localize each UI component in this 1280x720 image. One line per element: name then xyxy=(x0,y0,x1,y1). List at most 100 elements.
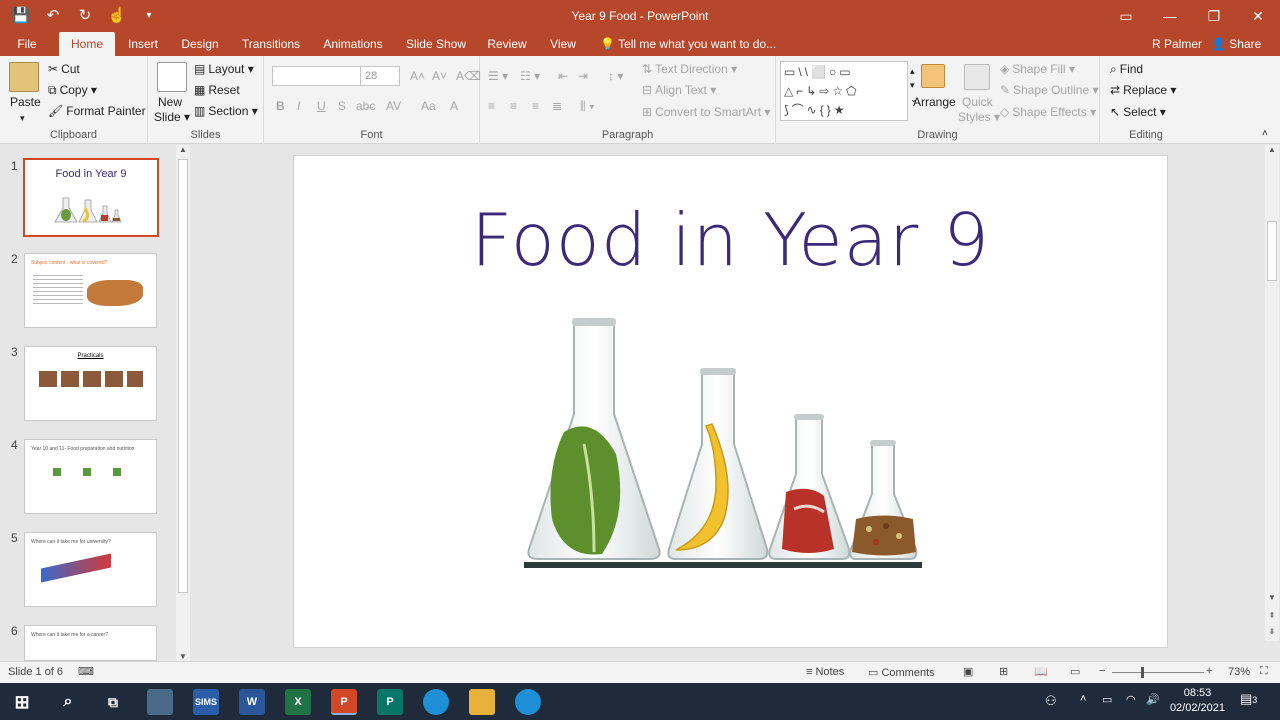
tab-slide-show[interactable]: Slide Show xyxy=(404,32,468,56)
scroll-up-icon[interactable]: ▲ xyxy=(176,145,190,154)
publisher-icon[interactable]: P xyxy=(377,689,403,715)
current-slide[interactable]: Food in Year 9 xyxy=(293,155,1168,648)
notes-button[interactable]: ≡ Notes xyxy=(806,666,844,678)
quick-styles-icon[interactable] xyxy=(964,64,990,90)
tab-insert[interactable]: Insert xyxy=(124,32,162,56)
bullets-icon[interactable]: ☰ ▾ xyxy=(488,68,508,84)
format-painter-button[interactable]: 🖌 Format Painter xyxy=(48,103,146,119)
zoom-slider[interactable] xyxy=(1112,672,1204,673)
slide-thumbnail-5[interactable]: Where can it take me for university? xyxy=(24,532,157,607)
battery-icon[interactable]: ▭ xyxy=(1102,693,1112,706)
search-icon[interactable]: ⌕ xyxy=(55,689,81,715)
zoom-in-icon[interactable]: + xyxy=(1206,665,1212,677)
reading-view-icon[interactable]: 📖 xyxy=(1034,665,1048,678)
ribbon-options-icon[interactable]: ▭ xyxy=(1104,0,1148,32)
arrange-icon[interactable] xyxy=(921,64,945,88)
fit-slide-icon[interactable]: ⛶ xyxy=(1260,665,1268,678)
share-button[interactable]: 👤 Share xyxy=(1211,32,1261,56)
flasks-image[interactable] xyxy=(524,314,924,574)
sims-app-icon[interactable]: SIMS xyxy=(193,689,219,715)
section-button[interactable]: ▥ Section ▾ xyxy=(194,103,258,119)
new-slide-icon[interactable] xyxy=(157,62,187,92)
slide-thumbnail-3[interactable]: Practicals xyxy=(24,346,157,421)
volume-icon[interactable]: 🔊 xyxy=(1146,693,1160,706)
editor-scroll-thumb[interactable] xyxy=(1267,221,1277,281)
numbering-icon[interactable]: ☷ ▾ xyxy=(520,68,540,84)
paste-dropdown-icon[interactable]: ▾ xyxy=(20,110,25,126)
people-icon[interactable]: ⚇ xyxy=(1045,693,1057,709)
next-slide-icon[interactable]: ⇟ xyxy=(1265,627,1279,636)
arrange-button[interactable]: Arrange xyxy=(913,94,956,110)
copy-button[interactable]: ⧉ Copy ▾ xyxy=(48,82,97,98)
strikethrough-icon[interactable]: ab̶c xyxy=(356,98,375,114)
columns-icon[interactable]: ⫼ ▾ xyxy=(580,98,595,114)
tab-review[interactable]: Review xyxy=(486,32,528,56)
normal-view-icon[interactable]: ▣ xyxy=(963,665,973,678)
scroll-thumb[interactable] xyxy=(178,159,188,593)
slide-sorter-icon[interactable]: ⊞ xyxy=(999,665,1008,678)
spellcheck-icon[interactable]: ⌨ xyxy=(78,665,94,678)
slide-thumbnail-1[interactable]: Food in Year 9 xyxy=(23,158,159,237)
text-direction-button[interactable]: ⇅ Text Direction ▾ xyxy=(642,61,737,77)
word-icon[interactable]: W xyxy=(239,689,265,715)
scroll-down-icon[interactable]: ▼ xyxy=(176,652,190,661)
increase-indent-icon[interactable]: ⇥ xyxy=(578,68,588,84)
task-view-icon[interactable]: ⧉ xyxy=(100,689,126,715)
decrease-indent-icon[interactable]: ⇤ xyxy=(558,68,568,84)
tab-design[interactable]: Design xyxy=(178,32,222,56)
reset-button[interactable]: ▦ Reset xyxy=(194,82,240,98)
edge-icon-2[interactable] xyxy=(515,689,541,715)
thumbnail-scrollbar[interactable]: ▲ ▼ xyxy=(176,145,190,661)
close-icon[interactable]: ✕ xyxy=(1236,0,1280,32)
new-slide-label-2[interactable]: Slide ▾ xyxy=(154,109,190,125)
excel-icon[interactable]: X xyxy=(285,689,311,715)
slide-thumbnail-6[interactable]: Where can it take me for a career? xyxy=(24,625,157,661)
paste-button[interactable]: Paste xyxy=(10,94,41,110)
collapse-ribbon-icon[interactable]: ˄ xyxy=(1262,126,1268,142)
justify-icon[interactable]: ≣ xyxy=(552,98,562,114)
bold-icon[interactable]: B xyxy=(276,98,285,114)
italic-icon[interactable]: I xyxy=(297,98,300,114)
previous-slide-icon[interactable]: ⇞ xyxy=(1265,611,1279,620)
select-button[interactable]: ↖ Select ▾ xyxy=(1110,104,1166,120)
char-spacing-icon[interactable]: AV xyxy=(386,98,401,114)
shrink-font-icon[interactable]: A˅ xyxy=(432,68,447,84)
align-text-button[interactable]: ⊟ Align Text ▾ xyxy=(642,82,716,98)
powerpoint-icon[interactable]: P xyxy=(331,689,357,715)
zoom-slider-thumb[interactable] xyxy=(1141,667,1144,678)
wifi-icon[interactable]: ◠ xyxy=(1126,693,1136,706)
new-slide-label-1[interactable]: New xyxy=(158,94,182,110)
font-name-box[interactable] xyxy=(272,66,362,86)
file-explorer-icon[interactable] xyxy=(469,689,495,715)
align-left-icon[interactable]: ≡ xyxy=(488,98,495,114)
replace-button[interactable]: ⇄ Replace ▾ xyxy=(1110,82,1176,98)
font-size-box[interactable]: 28 xyxy=(360,66,400,86)
minimize-icon[interactable]: — xyxy=(1148,0,1192,32)
editor-scrollbar[interactable]: ▲ ▼ ⇞ ⇟ xyxy=(1265,145,1279,641)
user-name[interactable]: R Palmer xyxy=(1152,32,1202,56)
shadow-icon[interactable]: S xyxy=(338,98,346,114)
shape-effects-button[interactable]: ◇ Shape Effects ▾ xyxy=(1000,104,1096,120)
slide-title[interactable]: Food in Year 9 xyxy=(294,198,1167,282)
slide-thumbnail-4[interactable]: Year 10 and 11- Food preparation and nut… xyxy=(24,439,157,514)
slide-thumbnail-2[interactable]: Subject content - what is covered? xyxy=(24,253,157,328)
clear-format-icon[interactable]: A⌫ xyxy=(456,68,481,84)
quick-styles-label-1[interactable]: Quick xyxy=(962,94,993,110)
shape-outline-button[interactable]: ✎ Shape Outline ▾ xyxy=(1000,82,1098,98)
tab-file[interactable]: File xyxy=(8,32,46,56)
tab-animations[interactable]: Animations xyxy=(320,32,386,56)
cut-button[interactable]: ✂ Cut xyxy=(48,61,80,77)
grow-font-icon[interactable]: A˄ xyxy=(410,68,425,84)
align-right-icon[interactable]: ≡ xyxy=(532,98,539,114)
layout-button[interactable]: ▤ Layout ▾ xyxy=(194,61,254,77)
find-button[interactable]: ⌕ Find xyxy=(1110,61,1143,77)
shape-fill-button[interactable]: ◈ Shape Fill ▾ xyxy=(1000,61,1075,77)
smartart-button[interactable]: ⊞ Convert to SmartArt ▾ xyxy=(642,104,770,120)
clock[interactable]: 08:53 02/02/2021 xyxy=(1170,686,1225,716)
show-hidden-icons-icon[interactable]: ˄ xyxy=(1080,693,1086,705)
edge-icon[interactable] xyxy=(423,689,449,715)
paste-icon[interactable] xyxy=(9,62,39,92)
zoom-out-icon[interactable]: − xyxy=(1099,665,1105,677)
comments-button[interactable]: ▭ Comments xyxy=(868,666,935,679)
change-case-icon[interactable]: Aa xyxy=(421,98,436,114)
